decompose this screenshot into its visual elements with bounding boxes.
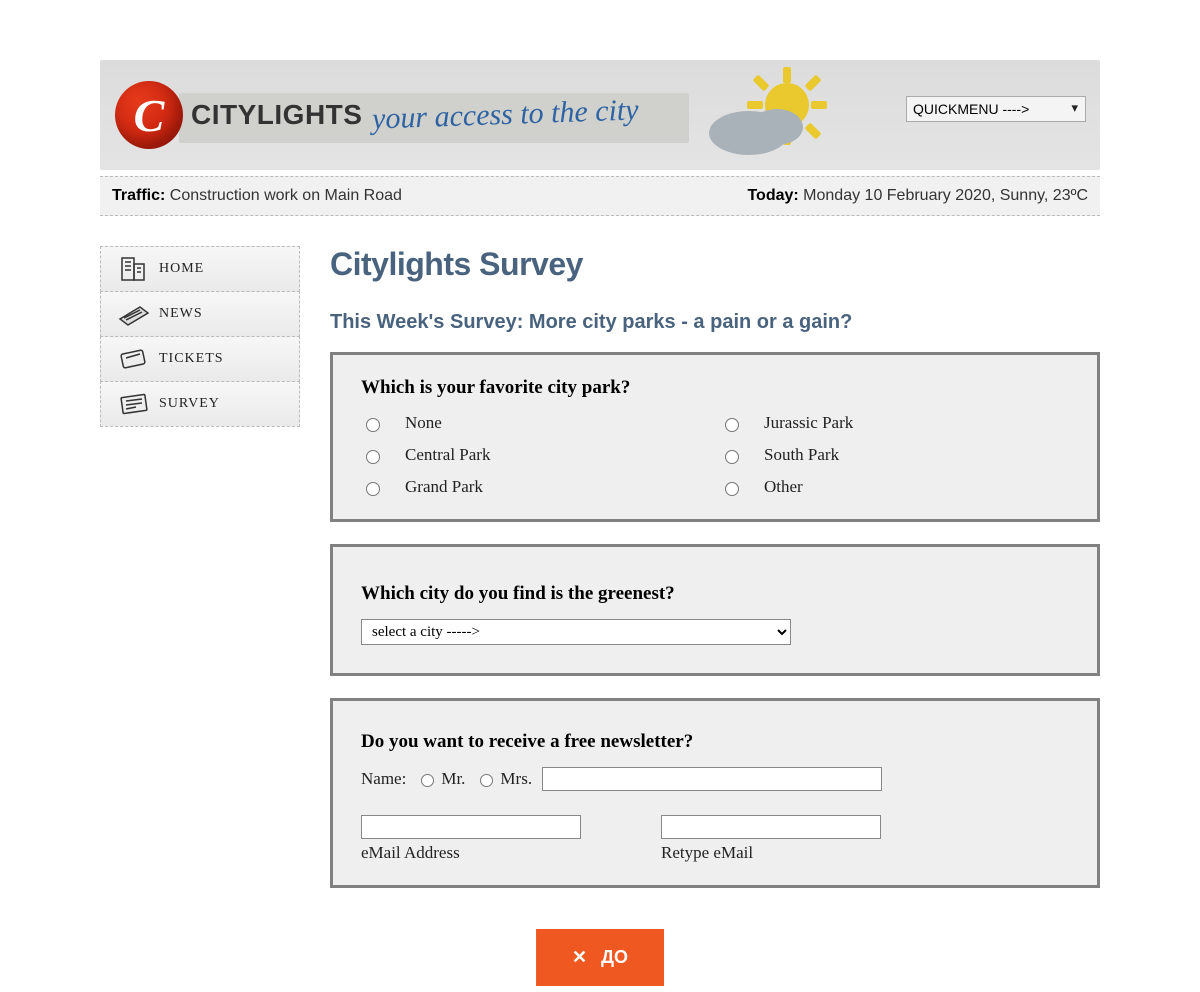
traffic-value: Construction work on Main Road [170, 187, 402, 204]
today-value: Monday 10 February 2020, Sunny, 23ºC [803, 187, 1088, 204]
radio-label: Jurassic Park [764, 413, 853, 433]
radio-mrs[interactable]: Mrs. [475, 769, 532, 789]
page-title: Citylights Survey [330, 246, 1100, 283]
radio-grand[interactable]: Grand Park [361, 477, 710, 497]
radio-input[interactable] [366, 450, 380, 464]
name-input[interactable] [542, 767, 882, 791]
q3-legend: Do you want to receive a free newsletter… [361, 731, 1069, 753]
retype-email-input[interactable] [661, 815, 881, 839]
panel-newsletter: Do you want to receive a free newsletter… [330, 698, 1100, 888]
radio-central[interactable]: Central Park [361, 445, 710, 465]
radio-none[interactable]: None [361, 413, 710, 433]
email-label: eMail Address [361, 843, 581, 863]
panel-greenest-city: Which city do you find is the greenest? … [330, 544, 1100, 676]
header: . C CITYLIGHTS your access to the city [100, 60, 1100, 170]
radio-jurassic[interactable]: Jurassic Park [720, 413, 1069, 433]
radio-input[interactable] [725, 482, 739, 496]
close-overlay-button[interactable]: ✕ ДО [536, 929, 664, 986]
sidebar-item-label: NEWS [159, 306, 203, 322]
newspaper-icon [109, 299, 159, 329]
logo[interactable]: . C CITYLIGHTS your access to the city [115, 81, 639, 149]
radio-label: None [405, 413, 442, 433]
ticket-icon [109, 344, 159, 374]
radio-label: Central Park [405, 445, 490, 465]
logo-letter: C [134, 89, 165, 142]
close-button-label: ДО [601, 947, 628, 968]
radio-label: Mrs. [500, 769, 532, 789]
sidebar-item-home[interactable]: HOME [100, 246, 300, 292]
logo-icon: C [115, 81, 183, 149]
quickmenu-wrap: QUICKMENU ----> [906, 96, 1086, 122]
sidebar-item-label: SURVEY [159, 396, 220, 412]
today-text: Today: Monday 10 February 2020, Sunny, 2… [747, 187, 1088, 205]
close-icon: ✕ [572, 947, 587, 968]
q2-legend: Which city do you find is the greenest? [361, 583, 1069, 605]
sidebar-item-label: TICKETS [159, 351, 224, 367]
email-input[interactable] [361, 815, 581, 839]
radio-label: South Park [764, 445, 839, 465]
sidebar-item-survey[interactable]: SURVEY [100, 381, 300, 427]
sidebar-item-news[interactable]: NEWS [100, 291, 300, 337]
sidebar: HOME NEWS TICKETS SURVEY [100, 246, 300, 910]
sidebar-item-label: HOME [159, 261, 204, 277]
sidebar-item-tickets[interactable]: TICKETS [100, 336, 300, 382]
city-select[interactable]: select a city -----> [361, 619, 791, 645]
radio-input[interactable] [366, 418, 380, 432]
announce-bar: Traffic: Construction work on Main Road … [100, 176, 1100, 216]
building-icon [109, 254, 159, 284]
radio-label: Mr. [441, 769, 465, 789]
panel-favorite-park: Which is your favorite city park? None J… [330, 352, 1100, 522]
clipboard-icon [109, 389, 159, 419]
traffic-label: Traffic: [112, 187, 165, 204]
radio-input[interactable] [480, 774, 493, 787]
quickmenu-select[interactable]: QUICKMENU ----> [906, 96, 1086, 122]
name-label: Name: [361, 769, 406, 789]
radio-input[interactable] [725, 450, 739, 464]
radio-label: Other [764, 477, 803, 497]
radio-input[interactable] [725, 418, 739, 432]
weather-icon [699, 63, 839, 168]
radio-input[interactable] [366, 482, 380, 496]
radio-other[interactable]: Other [720, 477, 1069, 497]
traffic-text: Traffic: Construction work on Main Road [112, 187, 402, 205]
page-subtitle: This Week's Survey: More city parks - a … [330, 311, 1100, 334]
retype-email-label: Retype eMail [661, 843, 881, 863]
radio-south[interactable]: South Park [720, 445, 1069, 465]
q1-legend: Which is your favorite city park? [361, 377, 1069, 399]
brand-text: CITYLIGHTS [191, 99, 362, 131]
radio-input[interactable] [421, 774, 434, 787]
today-label: Today: [747, 187, 798, 204]
radio-label: Grand Park [405, 477, 483, 497]
content: Citylights Survey This Week's Survey: Mo… [330, 246, 1100, 910]
radio-mr[interactable]: Mr. [416, 769, 465, 789]
